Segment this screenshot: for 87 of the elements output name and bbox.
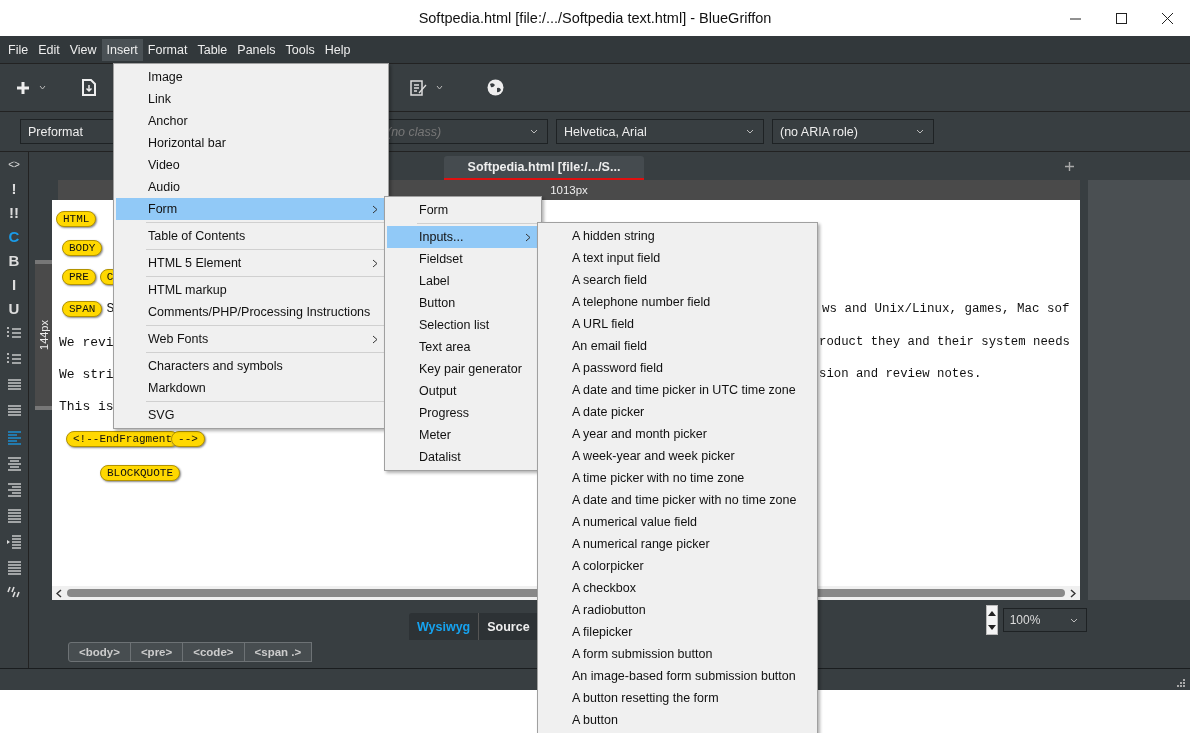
menu-item[interactable]: Help [319, 38, 356, 61]
menu-item[interactable]: Button [387, 292, 539, 314]
menu-item[interactable]: A form submission button [540, 643, 815, 665]
menu-item[interactable]: A year and month picker [540, 423, 815, 445]
menu-item[interactable]: A filepicker [540, 621, 815, 643]
menu-item[interactable]: A colorpicker [540, 555, 815, 577]
menu-item[interactable]: Audio [116, 176, 386, 198]
menu-item[interactable]: Tools [280, 38, 320, 61]
menu-item[interactable]: Selection list [387, 314, 539, 336]
menu-item[interactable]: A date and time picker with no time zone [540, 489, 815, 511]
menu-item[interactable]: An email field [540, 335, 815, 357]
menu-item[interactable]: File [3, 38, 34, 61]
menu-item[interactable]: Text area [387, 336, 539, 358]
format-button[interactable]: ! [11, 180, 17, 198]
menu-item[interactable]: Form [116, 198, 386, 220]
menu-item[interactable]: A search field [540, 269, 815, 291]
view-tab[interactable]: Wysiwyg [409, 613, 480, 640]
menu-item[interactable]: Video [116, 154, 386, 176]
format-button[interactable]: !! [9, 204, 19, 222]
format-button[interactable]: C [8, 228, 20, 246]
tag-marker[interactable]: SPAN [62, 300, 103, 317]
menu-item[interactable]: A numerical range picker [540, 533, 815, 555]
format-button[interactable]: <> [8, 156, 20, 174]
menu-item[interactable]: View [64, 38, 102, 61]
menu-item[interactable]: Format [142, 38, 193, 61]
menu-item[interactable]: Table [192, 38, 233, 61]
menu-item[interactable]: Label [387, 270, 539, 292]
breadcrumb-item[interactable]: <body> [68, 642, 131, 662]
menu-item[interactable]: A button [540, 709, 815, 731]
code-text: We stri [59, 366, 114, 382]
menu-item[interactable]: A hidden string [540, 225, 815, 247]
menu-item[interactable]: Output [387, 380, 539, 402]
format-button[interactable]: B [8, 252, 20, 270]
menu-item[interactable]: Inputs... [387, 226, 539, 248]
menu-item[interactable]: Image [116, 66, 386, 88]
menu-item[interactable]: Fieldset [387, 248, 539, 270]
menu-item[interactable]: A URL field [540, 313, 815, 335]
code-text: roduct they and their system needs [818, 335, 1071, 349]
code-text: ws and Unix/Linux, games, Mac sof [821, 301, 1071, 316]
format-button[interactable]: U [8, 300, 20, 318]
font-dropdown[interactable]: Helvetica, Arial [556, 119, 764, 144]
breadcrumb-item[interactable]: <code> [182, 642, 245, 662]
menu-item[interactable]: SVG [116, 404, 386, 426]
menu-item[interactable]: Web Fonts [116, 328, 386, 350]
menu-item[interactable]: Insert [101, 38, 143, 61]
menu-item[interactable]: A numerical value field [540, 511, 815, 533]
breadcrumb-item[interactable]: <pre> [129, 642, 184, 662]
tag-marker[interactable]: BLOCKQUOTE [100, 465, 180, 481]
code-text: This is [59, 398, 114, 414]
menu-item[interactable]: A time picker with no time zone [540, 467, 815, 489]
code-text: S [106, 301, 115, 316]
menu-item[interactable]: A week-year and week picker [540, 445, 815, 467]
menu-item[interactable]: Edit [33, 38, 65, 61]
menu-item[interactable]: Table of Contents [116, 225, 386, 247]
menu-item[interactable]: A telephone number field [540, 291, 815, 313]
menu-item[interactable]: A password field [540, 357, 815, 379]
window-title: Softpedia.html [file:/.../Softpedia text.html] - BlueGriffon [418, 10, 772, 26]
tag-marker[interactable]: HTML [56, 210, 97, 227]
tag-marker[interactable]: BODY [62, 239, 103, 256]
menu-item[interactable]: Meter [387, 424, 539, 446]
menu-item[interactable]: Link [116, 88, 386, 110]
menu-item[interactable]: Markdown [116, 377, 386, 399]
aria-role-dropdown[interactable]: (no ARIA role) [772, 119, 934, 144]
width-label: 1013px [550, 184, 588, 196]
menu-item[interactable]: Panels [232, 38, 281, 61]
menu-item[interactable]: Comments/PHP/Processing Instructions [116, 301, 386, 323]
tag-marker[interactable]: --> [171, 430, 205, 447]
menu-item[interactable]: A button resetting the form [540, 687, 815, 709]
menu-item[interactable]: Key pair generator [387, 358, 539, 380]
menu-item[interactable]: An image-based form submission button [540, 665, 815, 687]
code-text: We revi [59, 334, 114, 350]
menu-item[interactable]: Characters and symbols [116, 355, 386, 377]
format-button[interactable]: I [11, 276, 17, 294]
menu-item[interactable]: A checkbox [540, 577, 815, 599]
menu-item[interactable]: Datalist [387, 446, 539, 468]
menu-item[interactable]: A date and time picker in UTC time zone [540, 379, 815, 401]
zoom-dropdown[interactable]: 100% [1002, 608, 1087, 632]
code-text: sion and review notes. [818, 367, 983, 381]
breadcrumb-item[interactable]: <span .> [243, 642, 313, 662]
menu-item[interactable]: Form [387, 199, 539, 221]
menu-item[interactable]: A radiobutton [540, 599, 815, 621]
menu-item[interactable]: A text input field [540, 247, 815, 269]
document-tab[interactable]: Softpedia.html [file:/.../S... [444, 156, 644, 180]
menu-item[interactable]: Progress [387, 402, 539, 424]
height-label: 144px [37, 320, 50, 350]
menu-item[interactable]: A date picker [540, 401, 815, 423]
tag-marker[interactable]: PRE [62, 268, 96, 285]
